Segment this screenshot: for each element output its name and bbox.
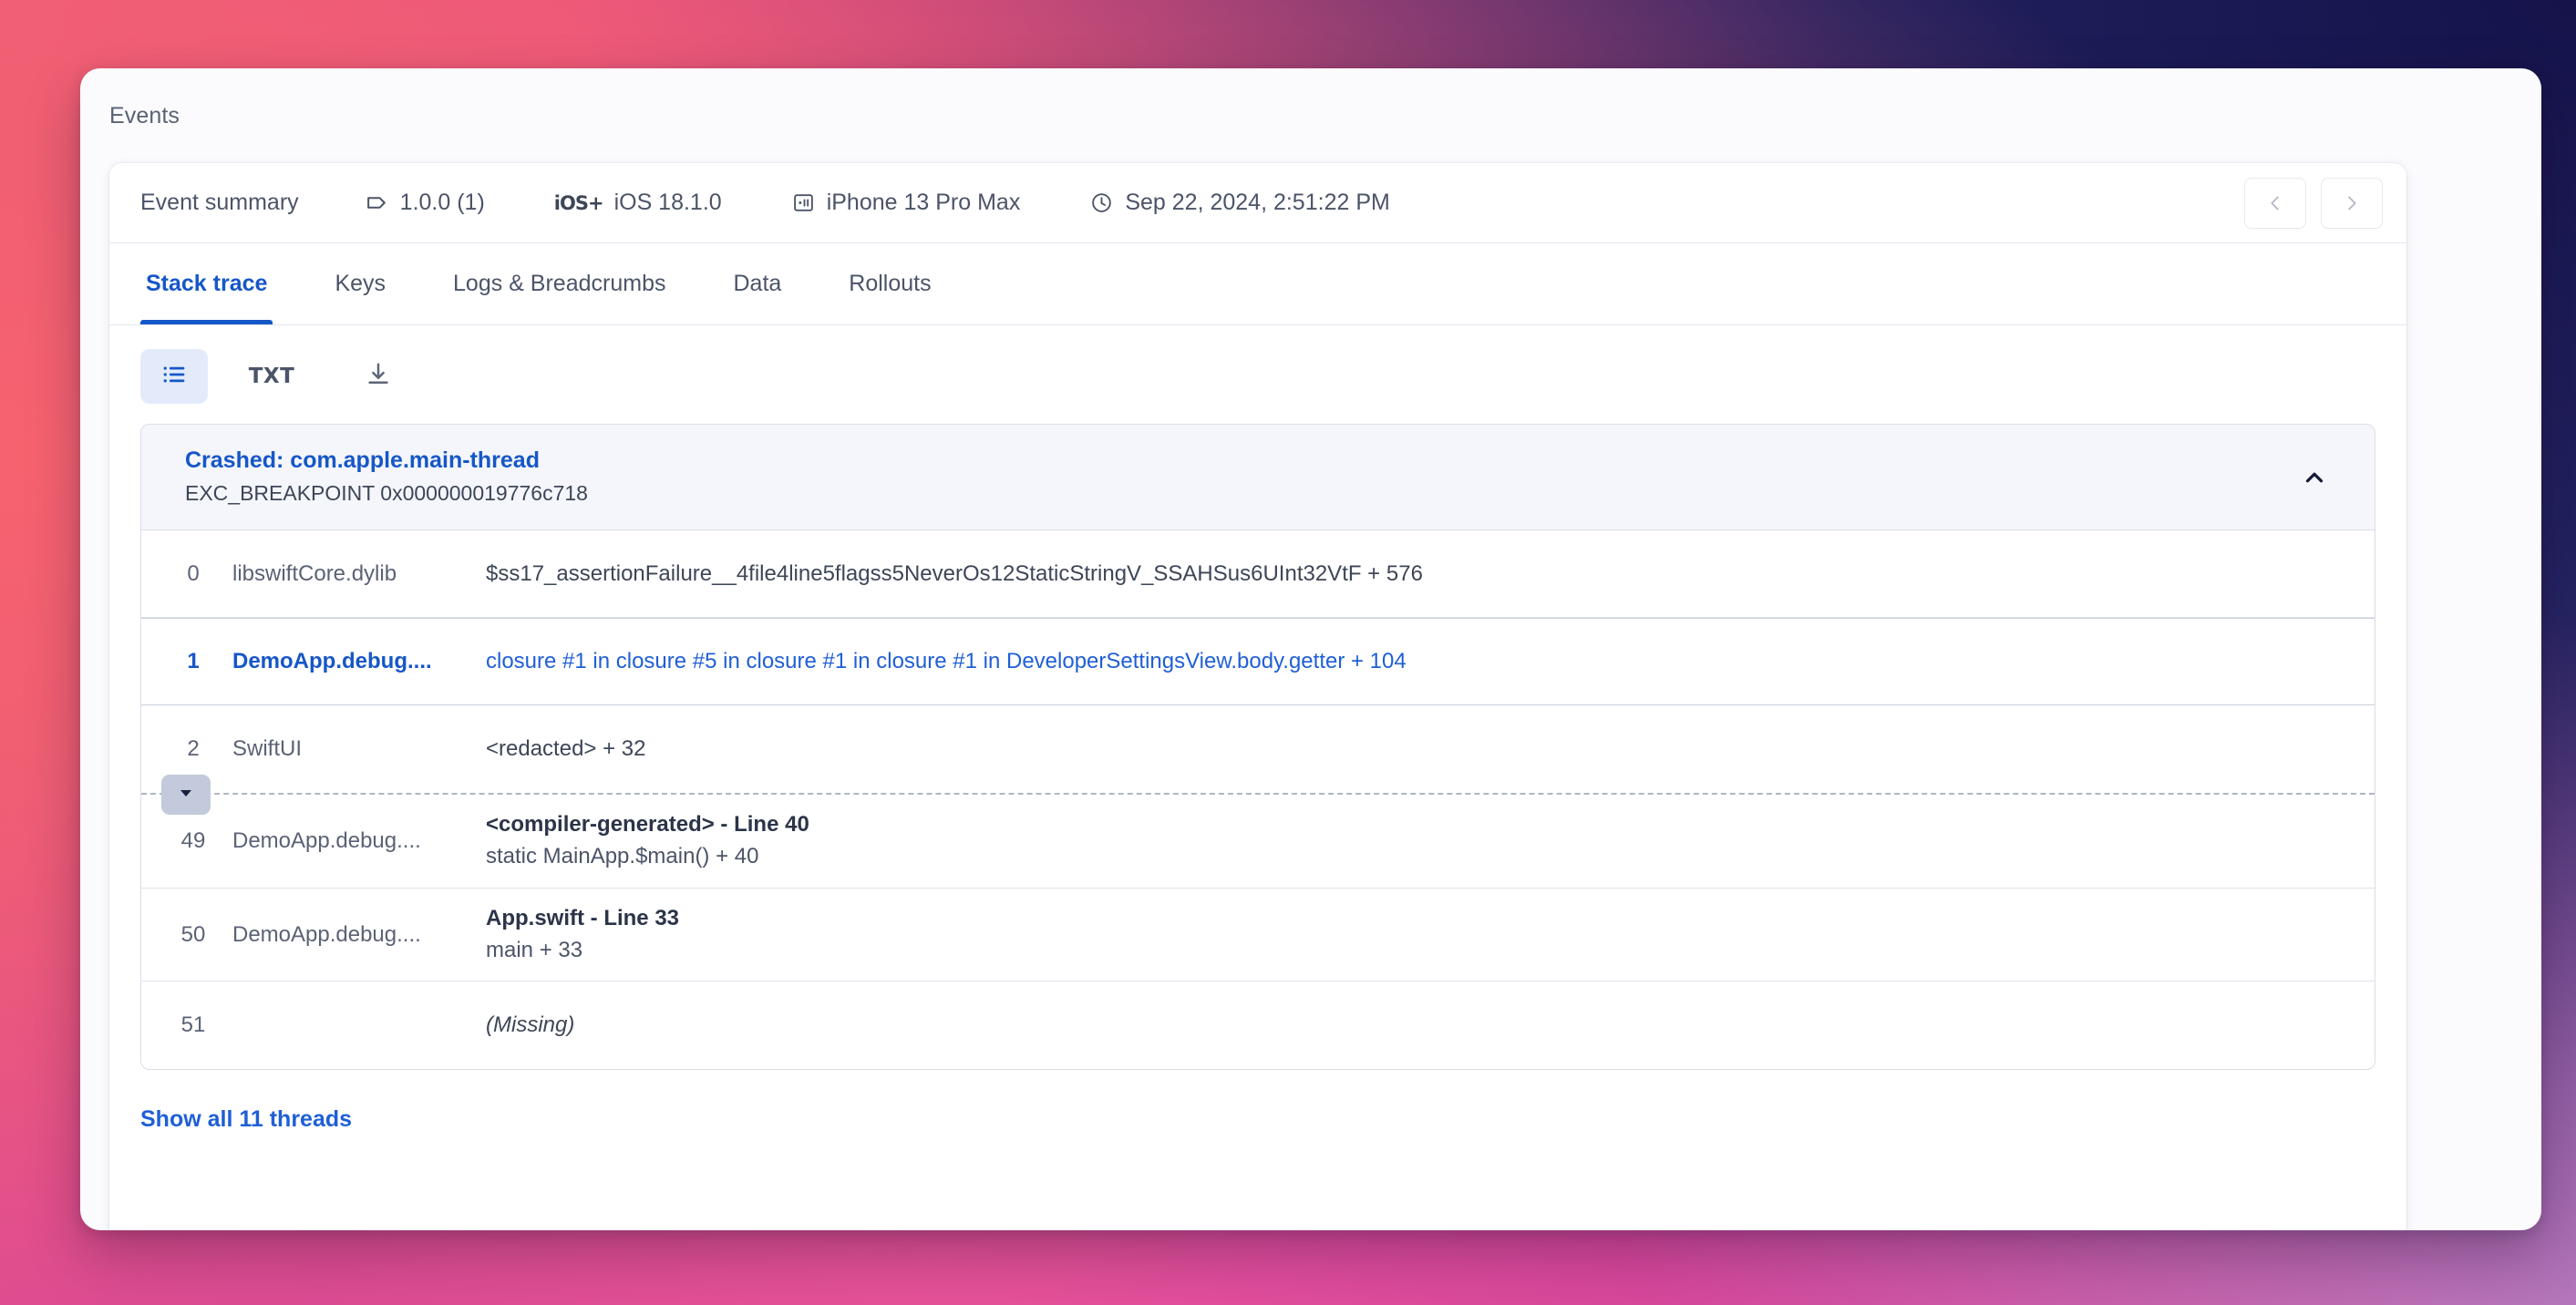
tab-data[interactable]: Data [727, 243, 787, 324]
frame-symbol-detail: main + 33 [486, 937, 583, 962]
device-icon [791, 190, 816, 215]
table-row[interactable]: 50 DemoApp.debug.... App.swift - Line 33… [141, 889, 2375, 982]
crashed-thread-title: Crashed: com.apple.main-thread [185, 447, 540, 473]
summary-chip-time-label: Sep 22, 2024, 2:51:22 PM [1125, 190, 1390, 215]
event-summary-label: Event summary [140, 190, 299, 215]
frame-symbol-file: <compiler-generated> - Line 40 [486, 812, 809, 837]
event-tabs: Stack trace Keys Logs & Breadcrumbs Data… [109, 243, 2406, 325]
summary-chip-version: 1.0.0 (1) [365, 190, 485, 216]
tab-stack-trace-label: Stack trace [146, 271, 268, 296]
tag-icon [365, 190, 389, 215]
frame-library: DemoApp.debug.... [232, 649, 432, 674]
page-title: Events [109, 103, 180, 128]
tab-logs-breadcrumbs[interactable]: Logs & Breadcrumbs [448, 243, 671, 324]
tab-keys-label: Keys [335, 271, 386, 296]
frame-index: 51 [180, 1012, 206, 1038]
chevron-up-icon[interactable] [2294, 457, 2334, 498]
tab-logs-breadcrumbs-label: Logs & Breadcrumbs [453, 271, 666, 296]
table-row[interactable]: 2 SwiftUI <redacted> + 32 [141, 705, 2375, 793]
table-row[interactable]: 1 DemoApp.debug.... closure #1 in closur… [141, 618, 2375, 706]
frame-library: DemoApp.debug.... [232, 828, 421, 854]
event-navigation [2244, 177, 2383, 229]
list-view-button[interactable] [140, 349, 208, 404]
frame-index: 50 [180, 921, 206, 947]
frame-symbol-file: App.swift - Line 33 [486, 905, 680, 930]
table-row[interactable]: 51 (Missing) [141, 981, 2375, 1069]
events-panel: Events Event summary 1.0.0 (1) iOS+ iOS … [80, 68, 2541, 1230]
summary-chip-os: iOS+ iOS 18.1.0 [554, 190, 722, 216]
frame-symbol: <redacted> + 32 [486, 736, 646, 762]
event-summary-bar: Event summary 1.0.0 (1) iOS+ iOS 18.1.0 [109, 163, 2406, 243]
crashed-thread-header[interactable]: Crashed: com.apple.main-thread EXC_BREAK… [141, 425, 2375, 531]
tab-data-label: Data [733, 271, 782, 296]
table-row[interactable]: 0 libswiftCore.dylib $ss17_assertionFail… [141, 530, 2375, 619]
summary-chip-version-label: 1.0.0 (1) [399, 190, 485, 215]
txt-view-button[interactable]: TXT [228, 349, 315, 404]
frame-library: DemoApp.debug.... [232, 921, 421, 947]
frame-symbol: App.swift - Line 33 main + 33 [486, 903, 2375, 967]
ios-icon: iOS+ [553, 191, 604, 214]
frame-index: 2 [187, 736, 200, 762]
crashed-thread-exception: EXC_BREAKPOINT 0x000000019776c718 [185, 480, 588, 505]
summary-chip-time: Sep 22, 2024, 2:51:22 PM [1089, 190, 1390, 216]
download-button[interactable] [345, 349, 412, 404]
frame-symbol: $ss17_assertionFailure__4file4line5flags… [486, 560, 1423, 586]
frame-index: 49 [180, 828, 206, 854]
stack-trace-toolbar: TXT [109, 325, 2406, 424]
frame-symbol: closure #1 in closure #5 in closure #1 i… [486, 649, 1406, 674]
frame-library: libswiftCore.dylib [232, 560, 397, 586]
summary-chip-os-label: iOS 18.1.0 [613, 190, 722, 215]
frame-library: SwiftUI [232, 736, 303, 762]
next-event-button[interactable] [2321, 177, 2383, 229]
tab-keys[interactable]: Keys [329, 243, 391, 324]
previous-event-button[interactable] [2244, 177, 2306, 229]
tab-rollouts-label: Rollouts [849, 271, 932, 296]
frame-symbol-detail: static MainApp.$main() + 40 [486, 844, 759, 869]
clock-icon [1089, 190, 1114, 215]
summary-chip-device-label: iPhone 13 Pro Max [826, 190, 1021, 215]
stack-trace-table: Crashed: com.apple.main-thread EXC_BREAK… [140, 424, 2375, 1071]
frame-symbol-missing: (Missing) [486, 1012, 575, 1038]
tab-rollouts[interactable]: Rollouts [843, 243, 936, 324]
txt-view-label: TXT [248, 365, 295, 388]
frame-symbol: <compiler-generated> - Line 40 static Ma… [486, 809, 2375, 873]
summary-chip-device: iPhone 13 Pro Max [791, 190, 1021, 216]
table-row[interactable]: 49 DemoApp.debug.... <compiler-generated… [141, 795, 2375, 889]
list-view-icon [160, 361, 188, 393]
tab-stack-trace[interactable]: Stack trace [140, 243, 273, 324]
show-all-threads-link[interactable]: Show all 11 threads [140, 1106, 352, 1133]
event-detail-card: Event summary 1.0.0 (1) iOS+ iOS 18.1.0 [109, 163, 2406, 1230]
download-icon [365, 361, 392, 393]
frame-symbol: (Missing) [486, 1012, 2375, 1038]
frame-index: 0 [187, 560, 200, 586]
frame-index: 1 [187, 649, 200, 674]
